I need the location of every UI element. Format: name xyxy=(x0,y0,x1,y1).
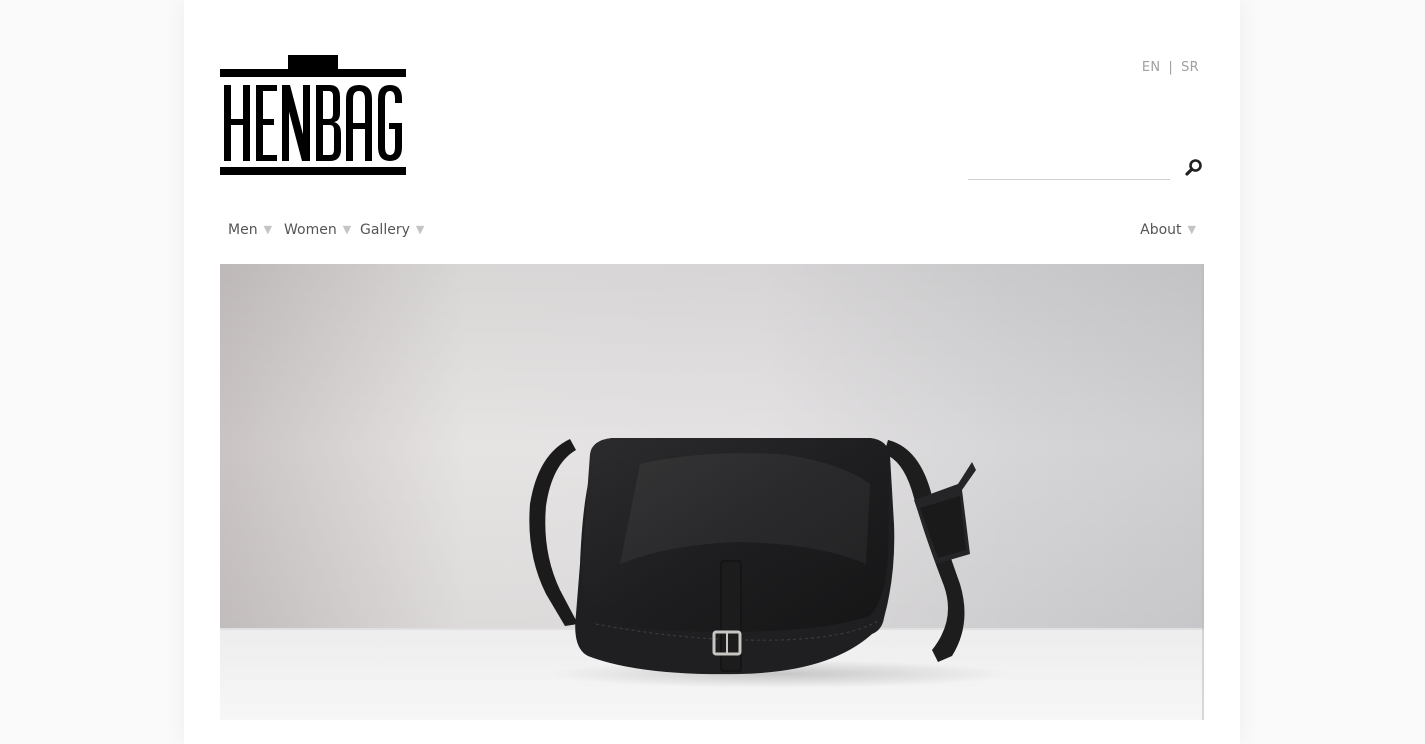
lang-separator: | xyxy=(1168,60,1174,75)
nav-item-label: Men xyxy=(228,222,258,238)
henbag-logo-graphic xyxy=(220,55,406,175)
nav-item-women[interactable]: Women ▼ xyxy=(284,220,351,242)
nav-item-gallery[interactable]: Gallery ▼ xyxy=(360,220,424,242)
search-form xyxy=(968,152,1204,182)
search-input[interactable] xyxy=(968,152,1170,180)
nav-item-label: Gallery xyxy=(360,222,410,238)
caret-down-icon: ▼ xyxy=(263,223,273,236)
nav-item-label: About xyxy=(1140,222,1182,238)
caret-down-icon: ▼ xyxy=(1187,223,1196,236)
nav-item-label: Women xyxy=(284,222,337,238)
main-nav: Men ▼ Women ▼ Gallery ▼ About ▼ xyxy=(220,220,1204,242)
caret-down-icon: ▼ xyxy=(415,223,425,236)
hero-banner[interactable] xyxy=(220,264,1204,720)
search-icon[interactable] xyxy=(1184,158,1204,178)
language-switcher: EN | SR xyxy=(1142,60,1199,75)
henbag-logo[interactable] xyxy=(220,55,406,175)
nav-item-men[interactable]: Men ▼ xyxy=(228,220,272,242)
lang-sr-link[interactable]: SR xyxy=(1181,60,1199,75)
lang-en-link[interactable]: EN xyxy=(1142,60,1161,75)
caret-down-icon: ▼ xyxy=(342,223,352,236)
hero-bag-image xyxy=(220,264,1204,720)
nav-item-about[interactable]: About ▼ xyxy=(1140,220,1196,242)
page-container: EN | SR Men ▼ Women ▼ Gallery ▼ About ▼ xyxy=(184,0,1240,744)
